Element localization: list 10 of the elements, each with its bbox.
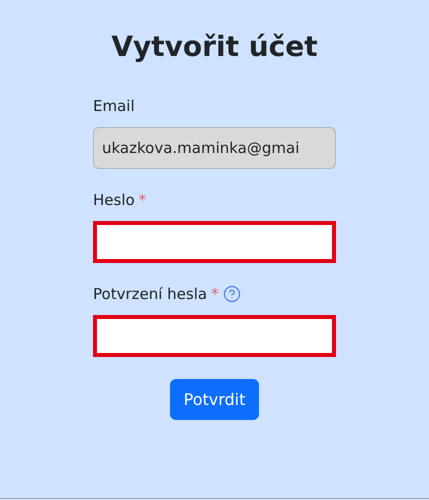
field-label: Heslo xyxy=(93,191,135,209)
submit-button[interactable]: Potvrdit xyxy=(170,379,260,420)
required-mark: * xyxy=(211,285,219,303)
input-field[interactable] xyxy=(93,315,336,357)
page-title: Vytvořit účet xyxy=(111,30,318,63)
field-label: Email xyxy=(93,97,135,115)
input-field[interactable] xyxy=(93,221,336,263)
help-icon[interactable] xyxy=(222,285,241,303)
required-mark: * xyxy=(138,191,146,209)
field-label: Potvrzení hesla xyxy=(93,285,208,303)
